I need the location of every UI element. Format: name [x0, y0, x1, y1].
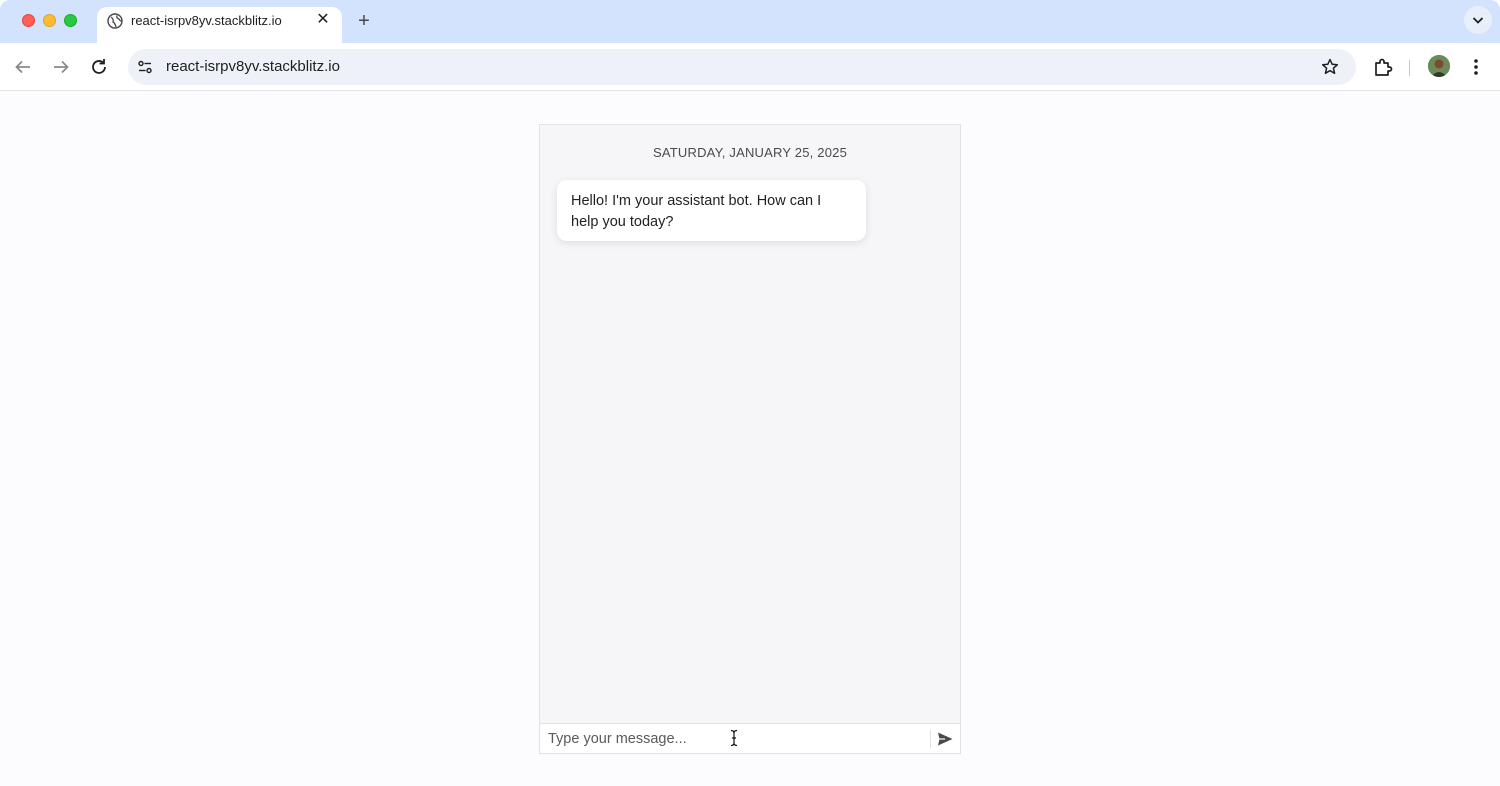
bookmark-star-icon[interactable]: [1320, 57, 1340, 77]
address-bar[interactable]: react-isrpv8yv.stackblitz.io: [128, 49, 1356, 85]
more-options-icon[interactable]: [1466, 55, 1486, 79]
new-tab-button[interactable]: +: [352, 9, 376, 33]
site-settings-icon[interactable]: [136, 58, 154, 76]
browser-toolbar: react-isrpv8yv.stackblitz.io: [0, 43, 1500, 91]
chat-date-header: SATURDAY, JANUARY 25, 2025: [652, 145, 848, 160]
profile-picture: [1428, 55, 1450, 77]
minimize-window-button[interactable]: [43, 14, 56, 27]
send-divider: [930, 730, 931, 748]
browser-window: react-isrpv8yv.stackblitz.io ✕ + react-i…: [0, 0, 1500, 786]
send-icon[interactable]: [936, 730, 954, 748]
tab-title: react-isrpv8yv.stackblitz.io: [131, 13, 282, 28]
reload-icon[interactable]: [87, 55, 111, 79]
maximize-window-button[interactable]: [64, 14, 77, 27]
text-cursor-icon: [730, 729, 738, 747]
tab-close-icon[interactable]: ✕: [314, 11, 332, 29]
bot-message-bubble: Hello! I'm your assistant bot. How can I…: [557, 180, 866, 241]
close-window-button[interactable]: [22, 14, 35, 27]
chevron-down-icon: [1472, 17, 1484, 24]
extensions-puzzle-icon[interactable]: [1371, 55, 1395, 79]
tab-strip: react-isrpv8yv.stackblitz.io ✕ +: [0, 0, 1500, 43]
globe-icon: [107, 13, 123, 29]
tab-search-button[interactable]: [1464, 6, 1492, 34]
toolbar-divider: [1409, 60, 1410, 76]
active-tab[interactable]: react-isrpv8yv.stackblitz.io ✕: [97, 7, 342, 43]
back-arrow-icon[interactable]: [11, 55, 35, 79]
forward-arrow-icon[interactable]: [49, 55, 73, 79]
page-content: SATURDAY, JANUARY 25, 2025 Hello! I'm yo…: [0, 92, 1500, 786]
message-input-bar: [540, 723, 960, 754]
chat-window: SATURDAY, JANUARY 25, 2025 Hello! I'm yo…: [539, 124, 961, 754]
url-text: react-isrpv8yv.stackblitz.io: [166, 58, 340, 75]
profile-avatar[interactable]: [1428, 55, 1450, 77]
